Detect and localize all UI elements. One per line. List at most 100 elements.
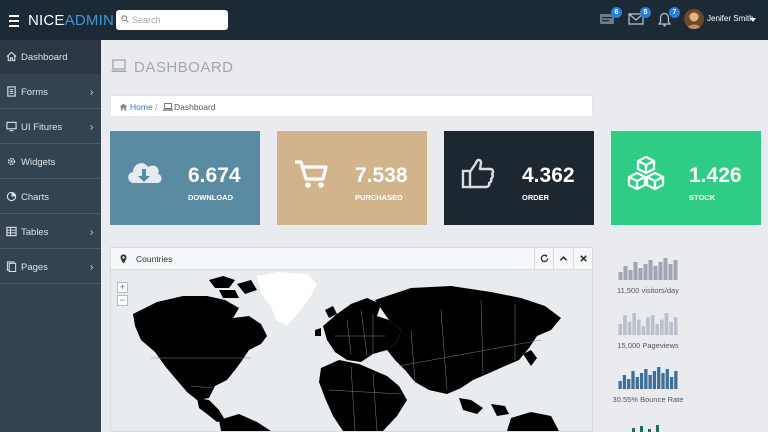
sparkline-bar — [639, 373, 644, 389]
search-icon — [121, 15, 129, 23]
visitors-stat: 11,500 visitors/day — [612, 256, 684, 295]
refresh-button[interactable] — [534, 248, 553, 269]
close-button[interactable] — [573, 248, 592, 269]
sparkline-bar — [618, 324, 623, 335]
sidebar-item-charts[interactable]: Charts — [0, 180, 101, 214]
sparkline-bar — [660, 319, 664, 335]
breadcrumb: Home / Dashboard — [110, 95, 593, 117]
close-icon — [580, 255, 587, 262]
sparkline-bar — [633, 262, 638, 280]
breadcrumb-separator: / — [155, 102, 158, 112]
sparkline-bar — [627, 379, 631, 389]
sidebar-item-pages[interactable]: Pages › — [0, 250, 101, 284]
sparkline-bar — [665, 369, 669, 389]
sparkline-bar — [653, 266, 658, 280]
sparkline-bar — [674, 371, 678, 389]
thumbs-up-icon — [461, 158, 495, 189]
refresh-icon — [540, 254, 549, 263]
chevron-right-icon: › — [90, 227, 94, 238]
sparkline-bar — [658, 262, 663, 280]
sidebar-item-label: Pages — [21, 262, 48, 273]
download-tile[interactable]: 6.674 DOWNLOAD — [110, 131, 260, 225]
zoom-out-button[interactable]: − — [117, 295, 128, 306]
sparkline-bar — [643, 264, 648, 280]
sparkline-bar — [636, 319, 641, 335]
chevron-right-icon: › — [90, 87, 94, 98]
sparkline-bar — [648, 375, 652, 389]
order-tile[interactable]: 4.362 ORDER — [444, 131, 594, 225]
stock-tile[interactable]: 1.426 STOCK — [611, 131, 761, 225]
sidebar-item-label: Tables — [21, 227, 49, 238]
zoom-in-button[interactable]: + — [117, 282, 128, 293]
brand-part2: ADMIN — [64, 12, 114, 29]
search-input[interactable] — [132, 11, 224, 29]
bell-notification-button[interactable]: 7 — [657, 7, 680, 28]
world-map[interactable]: + − — [111, 270, 592, 431]
search-box — [116, 10, 228, 30]
chevron-right-icon: › — [90, 262, 94, 273]
mail-badge: 5 — [640, 7, 651, 18]
pageviews-stat: 15,000 Pageviews — [612, 311, 684, 350]
sparkline-bar — [650, 315, 655, 335]
page-title-text: DASHBOARD — [134, 59, 234, 76]
sparkline-bar — [669, 377, 674, 389]
tile-value: 6.674 — [188, 164, 241, 187]
mail-notification-button[interactable]: 5 — [628, 7, 651, 28]
extra-sparkline — [632, 425, 659, 432]
sidebar: Dashboard Forms › UI Fitures › Widgets C… — [0, 40, 101, 432]
sidebar-item-label: Widgets — [21, 157, 56, 168]
sparkline-bar — [641, 326, 646, 335]
user-menu-caret-icon[interactable] — [750, 18, 756, 22]
countries-panel: Countries + − — [110, 247, 593, 432]
sparkline-bar — [655, 324, 660, 335]
user-name[interactable]: Jenifer Smith — [707, 14, 754, 23]
sidebar-item-ui-fitures[interactable]: UI Fitures › — [0, 110, 101, 144]
sidebar-item-label: Forms — [21, 87, 48, 98]
sparkline-bar — [632, 313, 636, 335]
gear-icon — [7, 157, 16, 166]
sidebar-item-tables[interactable]: Tables › — [0, 215, 101, 249]
extra-stat — [612, 420, 684, 432]
sidebar-item-forms[interactable]: Forms › — [0, 75, 101, 109]
avatar[interactable] — [684, 9, 704, 29]
tile-value: 4.362 — [522, 164, 575, 187]
sparkline-bar — [657, 367, 661, 389]
sparkline-bar — [635, 377, 639, 389]
sparkline-bar — [648, 260, 653, 280]
tile-value: 7.538 — [355, 164, 408, 187]
visitors-sparkline — [618, 258, 678, 280]
breadcrumb-home-link[interactable]: Home — [130, 102, 153, 112]
sidebar-item-widgets[interactable]: Widgets — [0, 145, 101, 179]
table-icon — [6, 226, 17, 237]
purchased-tile[interactable]: 7.538 PURCHASED — [277, 131, 427, 225]
shopping-cart-icon — [295, 160, 328, 188]
sparkline-bar — [664, 313, 669, 335]
map-marker-icon — [120, 254, 127, 264]
sparkline-bar — [618, 381, 622, 389]
pie-chart-icon — [6, 191, 17, 202]
sparkline-bar — [644, 369, 648, 389]
sidebar-item-dashboard[interactable]: Dashboard — [0, 40, 101, 74]
pageviews-caption: 15,000 Pageviews — [617, 341, 679, 350]
brand-logo[interactable]: NICEADMIN — [28, 12, 114, 29]
laptop-icon — [163, 103, 173, 111]
tile-value: 1.426 — [689, 164, 742, 187]
sparkline-bar — [652, 371, 657, 389]
sparkline-bar — [663, 258, 668, 280]
collapse-button[interactable] — [553, 248, 572, 269]
sparkline-bar — [623, 266, 628, 280]
bounce-rate-sparkline — [618, 367, 678, 389]
sparkline-bar — [646, 317, 650, 335]
sparkline-bar — [638, 268, 643, 280]
world-map-graphic — [133, 272, 561, 431]
sparkline-bar — [627, 321, 632, 335]
sparkline-bar — [631, 371, 635, 389]
tasks-notification-button[interactable]: 6 — [599, 7, 622, 28]
visitors-caption: 11,500 visitors/day — [617, 286, 679, 295]
sidebar-item-label: UI Fitures — [21, 122, 63, 133]
pageviews-sparkline — [618, 313, 678, 335]
laptop-icon — [111, 59, 127, 72]
sparkline-bar — [673, 260, 678, 280]
document-icon — [7, 86, 16, 97]
menu-toggle-button[interactable] — [9, 13, 19, 27]
